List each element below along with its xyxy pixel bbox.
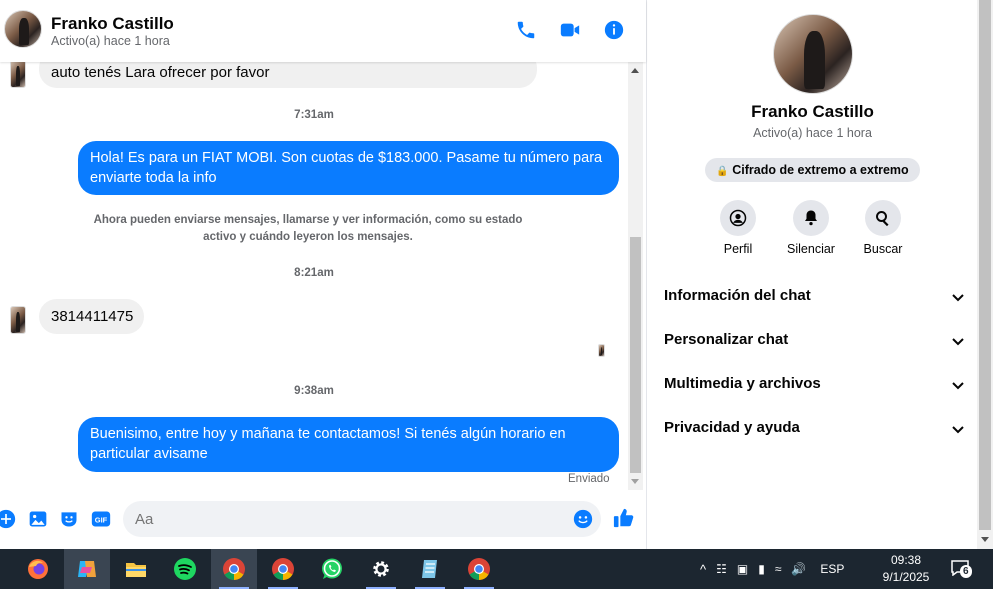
contact-name[interactable]: Franko Castillo xyxy=(51,14,174,34)
chevron-down-icon xyxy=(952,426,964,434)
clock-time: 09:38 xyxy=(890,553,922,567)
chevron-down-icon xyxy=(952,382,964,390)
section-label: Privacidad y ayuda xyxy=(664,419,800,436)
section-customize-chat[interactable]: Personalizar chat xyxy=(664,331,964,357)
timestamp: 9:38am xyxy=(294,385,334,397)
section-label: Multimedia y archivos xyxy=(664,375,821,392)
bell-icon xyxy=(793,200,829,236)
clock-date: 9/1/2025 xyxy=(882,570,930,584)
chat-scrollbar[interactable] xyxy=(628,62,643,490)
phone-call-icon[interactable] xyxy=(515,19,537,41)
message-list[interactable]: auto tenés Lara ofrecer por favor 7:31am… xyxy=(0,62,628,490)
video-call-icon[interactable] xyxy=(559,19,581,41)
gif-icon[interactable]: GIF xyxy=(91,509,111,529)
chrome-icon[interactable] xyxy=(260,549,306,589)
copilot-icon[interactable] xyxy=(64,549,110,589)
scroll-down-icon[interactable] xyxy=(631,479,639,484)
chevron-down-icon xyxy=(952,294,964,302)
search-label: Buscar xyxy=(863,242,903,256)
incoming-message[interactable]: 3814411475 xyxy=(39,299,144,334)
message-input-box[interactable] xyxy=(123,501,601,537)
firefox-icon[interactable] xyxy=(15,549,61,589)
incoming-message[interactable]: auto tenés Lara ofrecer por favor xyxy=(39,62,537,88)
lock-icon: 🔒 xyxy=(716,166,729,177)
chat-pane: Franko Castillo Activo(a) hace 1 hora au… xyxy=(0,0,646,549)
search-button[interactable]: Buscar xyxy=(848,200,918,256)
timestamp: 7:31am xyxy=(294,109,334,121)
section-chat-info[interactable]: Información del chat xyxy=(664,287,964,313)
section-privacy-help[interactable]: Privacidad y ayuda xyxy=(664,419,964,445)
sender-avatar xyxy=(10,62,26,88)
sticker-icon[interactable] xyxy=(59,509,79,529)
message-composer: GIF xyxy=(0,495,646,545)
profile-icon xyxy=(720,200,756,236)
display-icon[interactable]: ▣ xyxy=(737,562,748,576)
chrome-icon[interactable] xyxy=(456,549,502,589)
meet-now-icon[interactable]: ☷ xyxy=(716,562,727,576)
message-input[interactable] xyxy=(135,509,565,529)
system-clock[interactable]: 09:38 9/1/2025 xyxy=(874,552,938,586)
chevron-up-icon[interactable]: ^ xyxy=(700,562,706,577)
like-icon[interactable] xyxy=(613,507,635,529)
chevron-down-icon xyxy=(952,338,964,346)
mute-button[interactable]: Silenciar xyxy=(776,200,846,256)
windows-taskbar: ^ ☷ ▣ ▮ ≈ 🔊 ESP 09:38 9/1/2025 6 xyxy=(0,549,993,589)
scroll-thumb[interactable] xyxy=(630,237,641,473)
info-icon[interactable] xyxy=(603,19,625,41)
profile-label: Perfil xyxy=(723,242,753,256)
scroll-up-icon[interactable] xyxy=(631,68,639,73)
photo-icon[interactable] xyxy=(28,509,48,529)
section-label: Personalizar chat xyxy=(664,331,789,348)
chat-header: Franko Castillo Activo(a) hace 1 hora xyxy=(0,0,646,62)
contact-avatar[interactable] xyxy=(4,10,42,48)
language-indicator[interactable]: ESP xyxy=(820,562,844,576)
mute-label: Silenciar xyxy=(787,242,835,256)
profile-status: Activo(a) hace 1 hora xyxy=(753,126,872,140)
wifi-icon[interactable]: ≈ xyxy=(775,562,782,576)
encryption-label: Cifrado de extremo a extremo xyxy=(732,163,909,177)
sent-status: Enviado xyxy=(568,473,610,485)
battery-icon[interactable]: ▮ xyxy=(758,562,765,576)
whatsapp-icon[interactable] xyxy=(309,549,355,589)
messenger-window: Franko Castillo Activo(a) hace 1 hora au… xyxy=(0,0,993,549)
profile-name: Franko Castillo xyxy=(751,102,874,121)
emoji-icon[interactable] xyxy=(573,509,593,529)
search-icon xyxy=(865,200,901,236)
timestamp: 8:21am xyxy=(294,267,334,279)
spotify-icon[interactable] xyxy=(162,549,208,589)
notifications-icon[interactable]: 6 xyxy=(951,560,972,578)
svg-text:GIF: GIF xyxy=(95,515,108,524)
section-media-files[interactable]: Multimedia y archivos xyxy=(664,375,964,401)
outgoing-message[interactable]: Buenisimo, entre hoy y mañana te contact… xyxy=(78,417,619,472)
chrome-icon[interactable] xyxy=(211,549,257,589)
notification-count: 6 xyxy=(960,565,972,578)
read-receipt-avatar xyxy=(598,344,605,357)
system-tray: ^ ☷ ▣ ▮ ≈ 🔊 ESP xyxy=(700,549,844,589)
scroll-down-icon[interactable] xyxy=(981,537,989,542)
profile-button[interactable]: Perfil xyxy=(703,200,773,256)
profile-avatar[interactable] xyxy=(773,14,853,94)
page-scroll-thumb[interactable] xyxy=(979,0,991,530)
settings-icon[interactable] xyxy=(358,549,404,589)
sender-avatar xyxy=(10,306,26,334)
system-message: Ahora pueden enviarse mensajes, llamarse… xyxy=(93,214,523,243)
file-explorer-icon[interactable] xyxy=(113,549,159,589)
outgoing-message[interactable]: Hola! Es para un FIAT MOBI. Son cuotas d… xyxy=(78,141,619,195)
contact-status: Activo(a) hace 1 hora xyxy=(51,34,170,48)
page-scrollbar[interactable] xyxy=(977,0,993,549)
volume-icon[interactable]: 🔊 xyxy=(791,562,806,576)
notepad-icon[interactable] xyxy=(407,549,453,589)
encryption-badge[interactable]: 🔒 Cifrado de extremo a extremo xyxy=(705,158,920,182)
section-label: Información del chat xyxy=(664,287,811,304)
conversation-info-pane: Franko Castillo Activo(a) hace 1 hora 🔒 … xyxy=(646,0,977,549)
plus-icon[interactable] xyxy=(0,509,16,529)
